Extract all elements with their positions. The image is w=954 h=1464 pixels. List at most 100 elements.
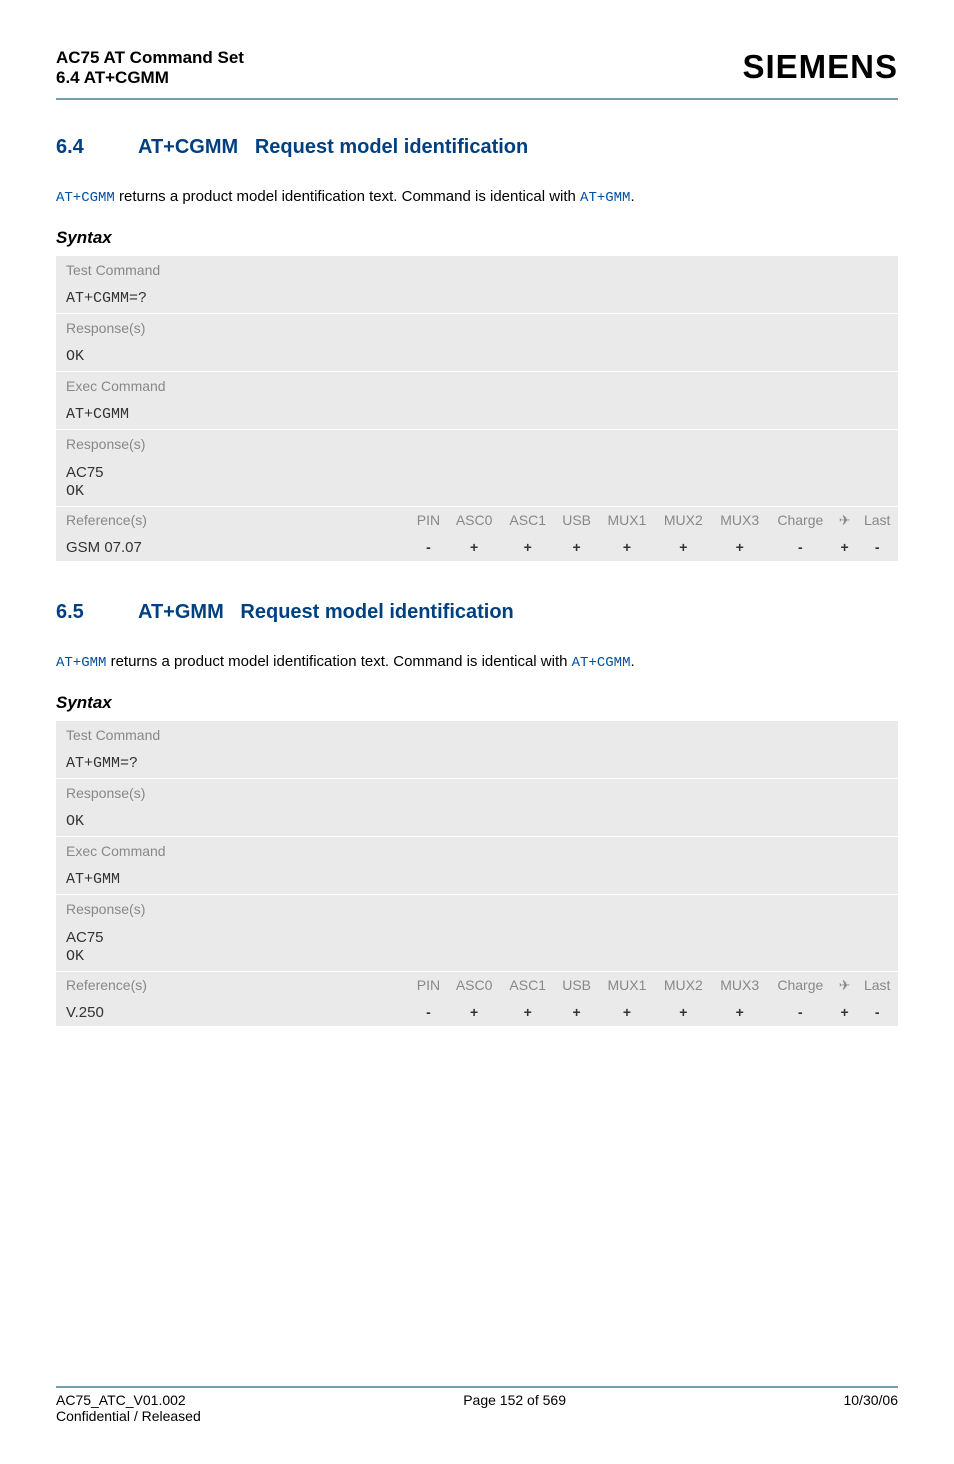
section-number: 6.4 bbox=[56, 136, 138, 159]
col-mux3: MUX3 bbox=[712, 972, 768, 999]
val-asc1: + bbox=[501, 999, 555, 1026]
col-charge: Charge bbox=[768, 972, 833, 999]
col-mux1: MUX1 bbox=[599, 507, 655, 534]
response-label-2: Response(s) bbox=[56, 429, 898, 458]
col-asc0: ASC0 bbox=[447, 507, 501, 534]
col-last: Last bbox=[856, 972, 898, 999]
val-asc1: + bbox=[501, 534, 555, 561]
col-mux1: MUX1 bbox=[599, 972, 655, 999]
test-command: AT+GMM=? bbox=[56, 749, 898, 778]
val-last: - bbox=[856, 999, 898, 1026]
col-mux2: MUX2 bbox=[655, 507, 711, 534]
section-title: AT+CGMM Request model identification bbox=[138, 136, 528, 159]
col-arrow-icon: ✈ bbox=[833, 507, 857, 534]
val-mux3: + bbox=[712, 999, 768, 1026]
siemens-logo: SIEMENS bbox=[742, 48, 898, 86]
reference-table-6-5: Reference(s) PIN ASC0 ASC1 USB MUX1 MUX2… bbox=[56, 972, 898, 1026]
reference-table-6-4: Reference(s) PIN ASC0 ASC1 USB MUX1 MUX2… bbox=[56, 507, 898, 561]
test-command-label: Test Command bbox=[56, 256, 898, 284]
test-command: AT+CGMM=? bbox=[56, 284, 898, 313]
section-heading-6-4: 6.4 AT+CGMM Request model identification bbox=[56, 136, 898, 159]
section-title-text: Request model identification bbox=[255, 136, 528, 158]
exec-command: AT+GMM bbox=[56, 865, 898, 894]
response-label-1: Response(s) bbox=[56, 313, 898, 342]
link-at-cgmm[interactable]: AT+CGMM bbox=[572, 655, 631, 671]
val-mux1: + bbox=[599, 999, 655, 1026]
response-label-1: Response(s) bbox=[56, 778, 898, 807]
footer-classification: Confidential / Released bbox=[56, 1408, 201, 1424]
reference-label: Reference(s) bbox=[56, 972, 410, 999]
col-last: Last bbox=[856, 507, 898, 534]
ref-header-row: Reference(s) PIN ASC0 ASC1 USB MUX1 MUX2… bbox=[56, 507, 898, 534]
val-charge: - bbox=[768, 534, 833, 561]
header-left: AC75 AT Command Set 6.4 AT+CGMM bbox=[56, 48, 244, 88]
col-arrow-icon: ✈ bbox=[833, 972, 857, 999]
val-arrow: + bbox=[833, 534, 857, 561]
col-asc1: ASC1 bbox=[501, 972, 555, 999]
ref-value-row: V.250 - + + + + + + - + - bbox=[56, 999, 898, 1026]
response-label-2: Response(s) bbox=[56, 894, 898, 923]
response-model: AC75 bbox=[56, 458, 898, 481]
col-charge: Charge bbox=[768, 507, 833, 534]
section-number: 6.5 bbox=[56, 601, 138, 624]
response-ok-2: OK bbox=[56, 481, 898, 506]
footer-date: 10/30/06 bbox=[843, 1392, 898, 1408]
val-pin: - bbox=[410, 999, 448, 1026]
footer-doc-id: AC75_ATC_V01.002 bbox=[56, 1392, 186, 1408]
reference-label: Reference(s) bbox=[56, 507, 410, 534]
col-mux2: MUX2 bbox=[655, 972, 711, 999]
footer-divider bbox=[56, 1386, 898, 1388]
footer-row-1: AC75_ATC_V01.002 Page 152 of 569 10/30/0… bbox=[56, 1392, 898, 1408]
link-at-gmm[interactable]: AT+GMM bbox=[56, 655, 106, 671]
syntax-box-6-5: Test Command AT+GMM=? Response(s) OK Exe… bbox=[56, 721, 898, 1026]
response-ok-2: OK bbox=[56, 946, 898, 971]
val-charge: - bbox=[768, 999, 833, 1026]
test-command-label: Test Command bbox=[56, 721, 898, 749]
syntax-label: Syntax bbox=[56, 693, 898, 713]
footer: AC75_ATC_V01.002 Page 152 of 569 10/30/0… bbox=[56, 1386, 898, 1424]
col-asc1: ASC1 bbox=[501, 507, 555, 534]
footer-page: Page 152 of 569 bbox=[463, 1392, 566, 1408]
col-pin: PIN bbox=[410, 972, 448, 999]
response-model: AC75 bbox=[56, 923, 898, 946]
link-at-cgmm[interactable]: AT+CGMM bbox=[56, 190, 115, 206]
col-usb: USB bbox=[555, 507, 599, 534]
val-usb: + bbox=[555, 999, 599, 1026]
val-mux1: + bbox=[599, 534, 655, 561]
section-title-text: Request model identification bbox=[240, 601, 513, 623]
doc-title-line2: 6.4 AT+CGMM bbox=[56, 68, 244, 88]
exec-command-label: Exec Command bbox=[56, 371, 898, 400]
col-asc0: ASC0 bbox=[447, 972, 501, 999]
intro-text: returns a product model identification t… bbox=[115, 188, 580, 205]
val-last: - bbox=[856, 534, 898, 561]
reference-value: GSM 07.07 bbox=[56, 534, 410, 561]
ref-header-row: Reference(s) PIN ASC0 ASC1 USB MUX1 MUX2… bbox=[56, 972, 898, 999]
page: AC75 AT Command Set 6.4 AT+CGMM SIEMENS … bbox=[0, 0, 954, 1464]
footer-row-2: Confidential / Released bbox=[56, 1408, 898, 1424]
intro-end: . bbox=[630, 188, 634, 205]
reference-value: V.250 bbox=[56, 999, 410, 1026]
section-intro-6-5: AT+GMM returns a product model identific… bbox=[56, 652, 898, 673]
col-usb: USB bbox=[555, 972, 599, 999]
intro-end: . bbox=[630, 653, 634, 670]
header: AC75 AT Command Set 6.4 AT+CGMM SIEMENS bbox=[56, 48, 898, 88]
val-mux2: + bbox=[655, 999, 711, 1026]
response-ok-1: OK bbox=[56, 342, 898, 371]
val-mux2: + bbox=[655, 534, 711, 561]
col-pin: PIN bbox=[410, 507, 448, 534]
section-intro-6-4: AT+CGMM returns a product model identifi… bbox=[56, 187, 898, 208]
exec-command: AT+CGMM bbox=[56, 400, 898, 429]
header-divider bbox=[56, 98, 898, 100]
section-title: AT+GMM Request model identification bbox=[138, 601, 514, 624]
col-mux3: MUX3 bbox=[712, 507, 768, 534]
syntax-box-6-4: Test Command AT+CGMM=? Response(s) OK Ex… bbox=[56, 256, 898, 561]
val-arrow: + bbox=[833, 999, 857, 1026]
section-title-command: AT+GMM bbox=[138, 601, 224, 623]
doc-title-line1: AC75 AT Command Set bbox=[56, 48, 244, 68]
link-at-gmm[interactable]: AT+GMM bbox=[580, 190, 630, 206]
val-asc0: + bbox=[447, 534, 501, 561]
ref-value-row: GSM 07.07 - + + + + + + - + - bbox=[56, 534, 898, 561]
exec-command-label: Exec Command bbox=[56, 836, 898, 865]
val-pin: - bbox=[410, 534, 448, 561]
section-6-5: 6.5 AT+GMM Request model identification … bbox=[56, 601, 898, 1026]
